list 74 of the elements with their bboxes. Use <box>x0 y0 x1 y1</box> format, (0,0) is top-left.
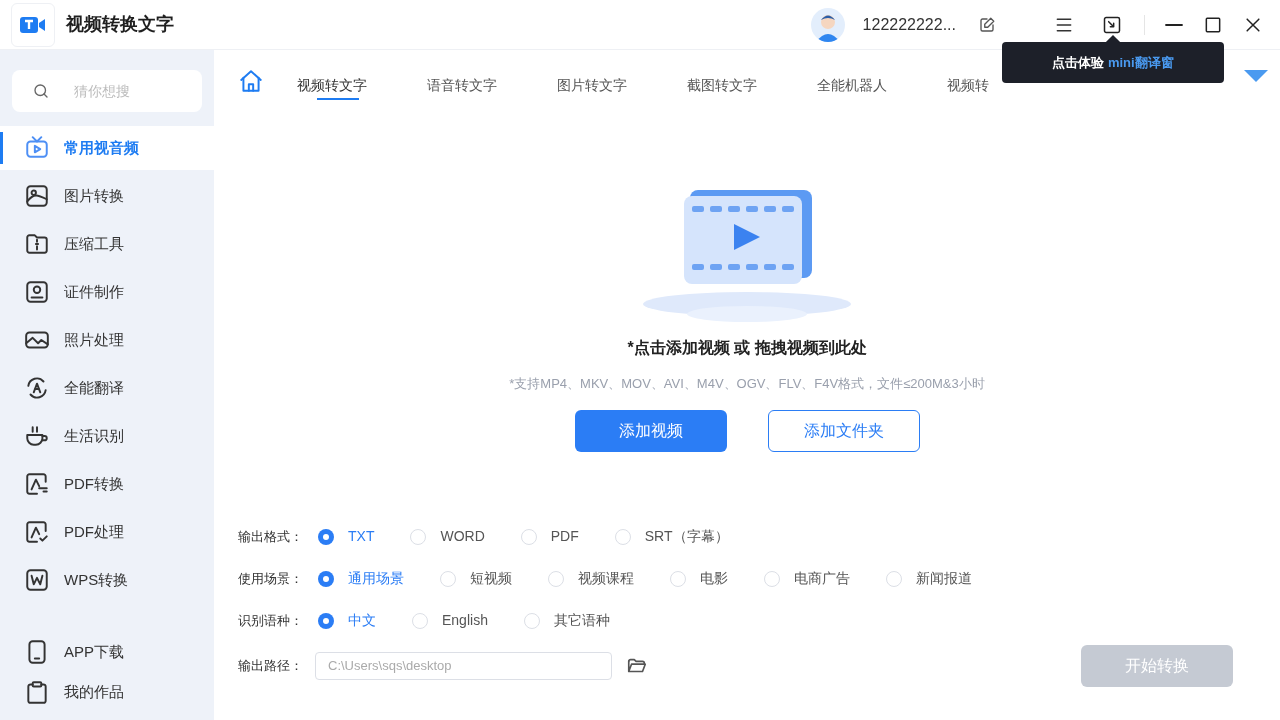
tab[interactable]: 截图转文字 <box>687 68 817 100</box>
radio-option[interactable]: English <box>412 610 488 631</box>
image-icon <box>24 183 50 209</box>
dropdown-icon[interactable] <box>1244 70 1268 82</box>
radio-button[interactable] <box>548 570 564 587</box>
sidebar-item[interactable]: 我的作品 <box>0 672 214 712</box>
w-icon <box>24 567 50 593</box>
radio-option[interactable]: WORD <box>410 526 485 547</box>
sidebar-item[interactable]: WPS转换 <box>0 558 214 602</box>
radio-button[interactable] <box>764 570 780 587</box>
search-icon <box>32 82 50 100</box>
radio-option[interactable]: 通用场景 <box>318 568 404 589</box>
sidebar-item[interactable]: 常用视音频 <box>0 126 214 170</box>
mini-window-icon <box>1102 14 1122 35</box>
sidebar-item[interactable]: 图片转换 <box>0 174 214 218</box>
minimize-icon <box>1165 23 1183 26</box>
tab[interactable]: 图片转文字 <box>557 68 687 100</box>
radio-option[interactable]: 电商广告 <box>764 568 850 589</box>
path-field[interactable]: C:\Users\sqs\desktop <box>315 651 612 680</box>
tooltip-text: 点击体验 mini翻译窗 <box>1052 53 1174 72</box>
radio-option[interactable]: PDF <box>520 526 579 547</box>
cup-icon <box>24 423 50 449</box>
sidebar-item[interactable]: APP下载 <box>0 632 214 672</box>
radio-button[interactable] <box>318 528 334 545</box>
radio-button[interactable] <box>318 570 334 587</box>
radio-button[interactable] <box>318 612 334 629</box>
drop-title: *点击添加视频 或 拖拽视频到此处 <box>627 338 867 358</box>
radio-button[interactable] <box>520 528 537 545</box>
add-video-button[interactable]: 添加视频 <box>574 409 727 452</box>
sidebar-item[interactable]: 证件制作 <box>0 270 214 314</box>
sidebar-item[interactable]: PDF转换 <box>0 462 214 506</box>
edit-icon <box>978 15 996 34</box>
document-icon <box>24 471 50 497</box>
radio-button[interactable] <box>410 528 427 545</box>
radio-button[interactable] <box>440 570 456 587</box>
tv-icon <box>24 135 50 161</box>
sidebar-item[interactable]: 全能翻译 <box>0 366 214 410</box>
id-card-icon <box>24 279 50 305</box>
radio-option[interactable]: 电影 <box>670 568 728 589</box>
radio-option[interactable]: 其它语种 <box>523 610 610 631</box>
tab[interactable]: 视频转文字 <box>297 68 427 100</box>
radio-button[interactable] <box>412 612 428 629</box>
option-label: 识别语种： <box>238 611 304 630</box>
sidebar-item[interactable]: 压缩工具 <box>0 222 214 266</box>
radio-button[interactable] <box>670 570 686 587</box>
radio-button[interactable] <box>523 612 540 629</box>
radio-option[interactable]: 短视频 <box>440 568 512 589</box>
radio-option[interactable]: TXT <box>318 526 375 547</box>
document-check-icon <box>24 519 50 545</box>
radio-option[interactable]: 中文 <box>318 610 376 631</box>
sidebar-item[interactable]: 照片处理 <box>0 318 214 362</box>
home-icon <box>238 68 264 94</box>
radio-button[interactable] <box>886 570 902 587</box>
option-label: 输出路径： <box>238 656 304 675</box>
clipboard-icon <box>24 679 50 705</box>
option-label: 使用场景： <box>238 569 304 588</box>
search-field[interactable]: 猜你想搜 <box>12 70 202 112</box>
folder-icon <box>24 231 50 257</box>
radio-option[interactable]: SRT（字幕） <box>614 526 729 547</box>
sidebar-item[interactable]: 生活识别 <box>0 414 214 458</box>
add-folder-button[interactable]: 添加文件夹 <box>767 409 920 452</box>
radio-option[interactable]: 视频课程 <box>548 568 634 589</box>
radio-button[interactable] <box>614 528 631 545</box>
tab[interactable]: 语音转文字 <box>427 68 557 100</box>
app-title: 视频转换文字 <box>66 13 174 36</box>
sidebar-item[interactable]: PDF处理 <box>0 510 214 554</box>
app-logo <box>11 2 55 47</box>
user-avatar[interactable] <box>810 7 845 42</box>
option-label: 输出格式： <box>238 527 304 546</box>
radio-option[interactable]: 新闻报道 <box>886 568 972 589</box>
translate-icon <box>24 375 50 401</box>
format-hint: *支持MP4、MKV、MOV、AVI、M4V、OGV、FLV、F4V格式，文件≤200M&3小时 <box>509 375 985 393</box>
tab[interactable]: 全能机器人 <box>817 68 947 100</box>
user-name: 122222222... <box>862 14 956 35</box>
